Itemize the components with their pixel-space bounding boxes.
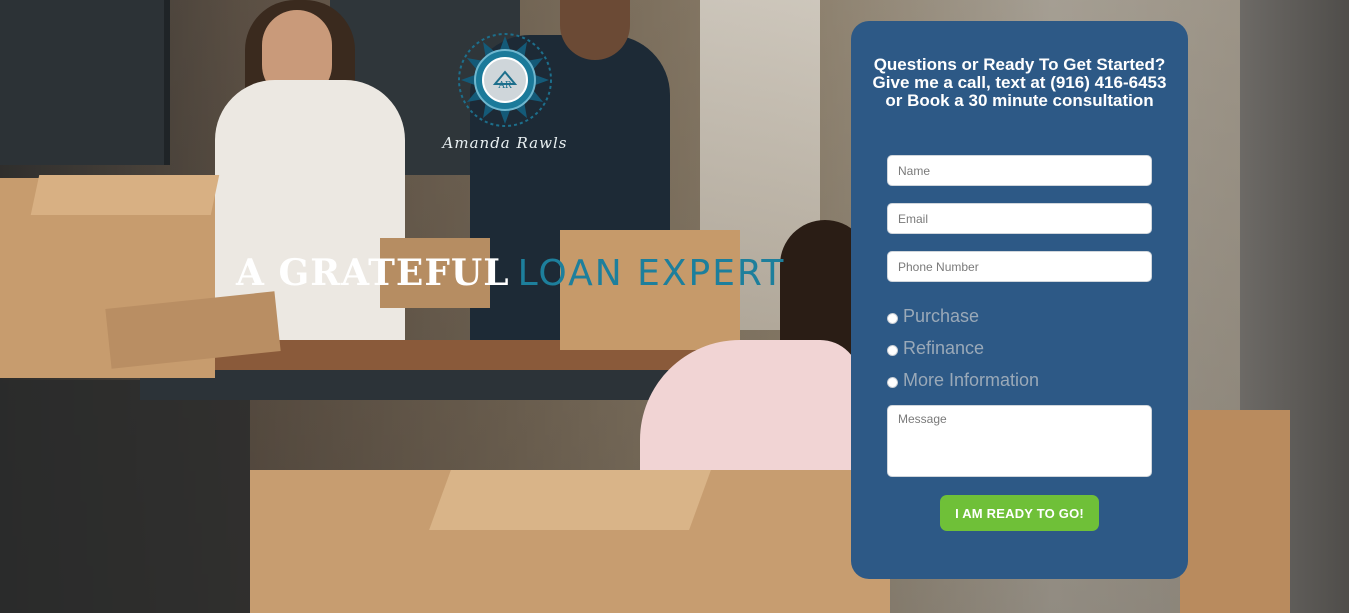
kitchen-cabinet xyxy=(0,0,170,165)
form-heading-line: Give me a call, text at (916) 416-6453 xyxy=(872,73,1167,92)
moving-box-flap xyxy=(30,175,220,215)
message-textarea[interactable] xyxy=(887,405,1152,477)
svg-text:AR: AR xyxy=(497,81,511,91)
radio-label: Refinance xyxy=(903,337,985,358)
moving-box xyxy=(1180,410,1290,613)
radio-button[interactable] xyxy=(887,312,898,324)
name-input[interactable] xyxy=(887,155,1152,186)
table-frame xyxy=(140,370,730,400)
submit-button[interactable]: I AM READY TO GO! xyxy=(940,495,1099,531)
radio-label: More Information xyxy=(903,369,1040,390)
radio-label: Purchase xyxy=(903,305,980,326)
floor-shadow xyxy=(0,380,250,613)
headline-part-blue: LOAN EXPERT xyxy=(517,253,786,294)
form-heading-line: Questions or Ready To Get Started? xyxy=(873,55,1166,74)
contact-form: Questions or Ready To Get Started? Give … xyxy=(851,21,1188,579)
radio-option-purchase[interactable]: Purchase xyxy=(887,305,979,327)
logo-wordmark: Amanda Rawls xyxy=(442,134,568,152)
headline-part-white: A GRATEFUL xyxy=(236,252,510,294)
phone-input[interactable] xyxy=(887,251,1152,282)
form-heading: Questions or Ready To Get Started? Give … xyxy=(861,56,1178,110)
hero-headline: A GRATEFUL LOAN EXPERT xyxy=(236,251,785,296)
brand-logo[interactable]: AR Amanda Rawls xyxy=(430,30,580,160)
radio-option-refinance[interactable]: Refinance xyxy=(887,337,984,359)
email-input[interactable] xyxy=(887,203,1152,234)
radio-option-more-information[interactable]: More Information xyxy=(887,369,1039,391)
moving-box-flap xyxy=(429,470,711,530)
mandala-logo-icon: AR xyxy=(458,33,552,127)
radio-button[interactable] xyxy=(887,376,898,388)
radio-button[interactable] xyxy=(887,344,898,356)
form-heading-line: or Book a 30 minute consultation xyxy=(885,91,1154,110)
